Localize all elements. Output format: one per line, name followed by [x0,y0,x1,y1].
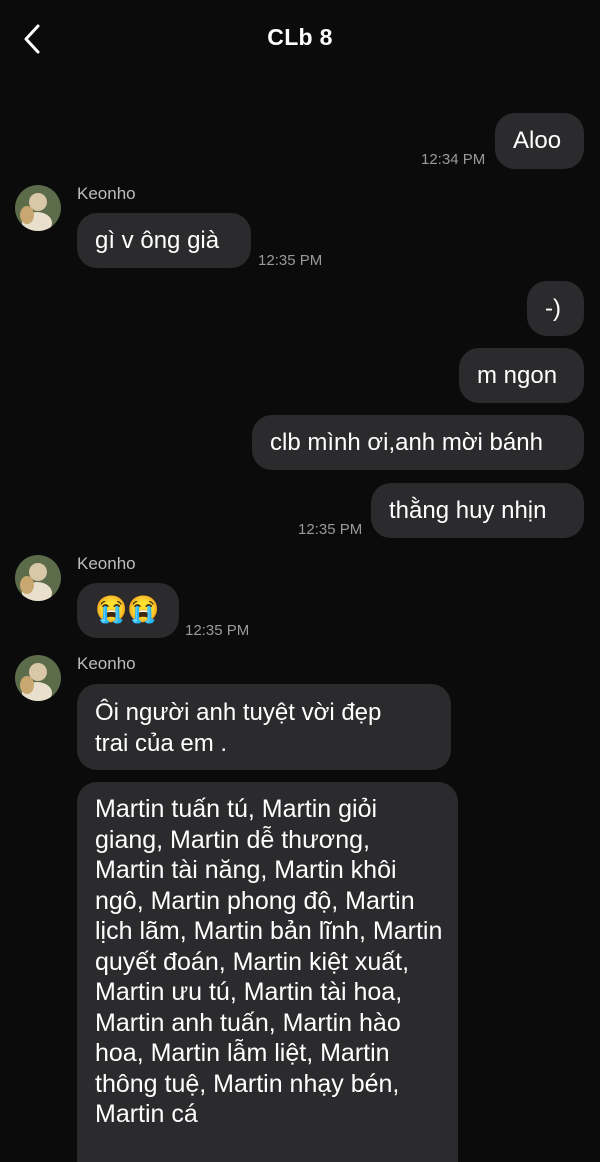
avatar[interactable] [15,655,61,701]
message-timestamp: 12:35 PM [185,622,250,639]
outgoing-message[interactable]: -) [527,281,584,336]
incoming-message[interactable]: Ôi người anh tuyệt vời đẹp trai của em . [77,684,451,770]
sender-name: Keonho [77,184,136,203]
outgoing-message[interactable]: clb mình ơi,anh mời bánh [252,415,584,470]
message-timestamp: 12:34 PM [421,151,486,168]
incoming-message[interactable]: gì v ông già [77,213,251,268]
outgoing-message[interactable]: thằng huy nhịn [371,483,584,538]
chat-header: CLb 8 [0,0,600,78]
message-timestamp: 12:35 PM [298,521,363,538]
message-timestamp: 12:35 PM [258,252,323,269]
incoming-message[interactable]: 😭😭 [77,583,179,638]
chat-title: CLb 8 [267,24,333,50]
avatar-image [15,655,61,701]
sender-name: Keonho [77,654,136,673]
avatar-image [15,555,61,601]
avatar-image [15,185,61,231]
outgoing-message[interactable]: m ngon [459,348,584,403]
avatar[interactable] [15,185,61,231]
outgoing-message[interactable]: Aloo [495,113,584,169]
incoming-message[interactable]: Martin tuấn tú, Martin giỏi giang, Marti… [77,782,458,1162]
sender-name: Keonho [77,554,136,573]
avatar[interactable] [15,555,61,601]
